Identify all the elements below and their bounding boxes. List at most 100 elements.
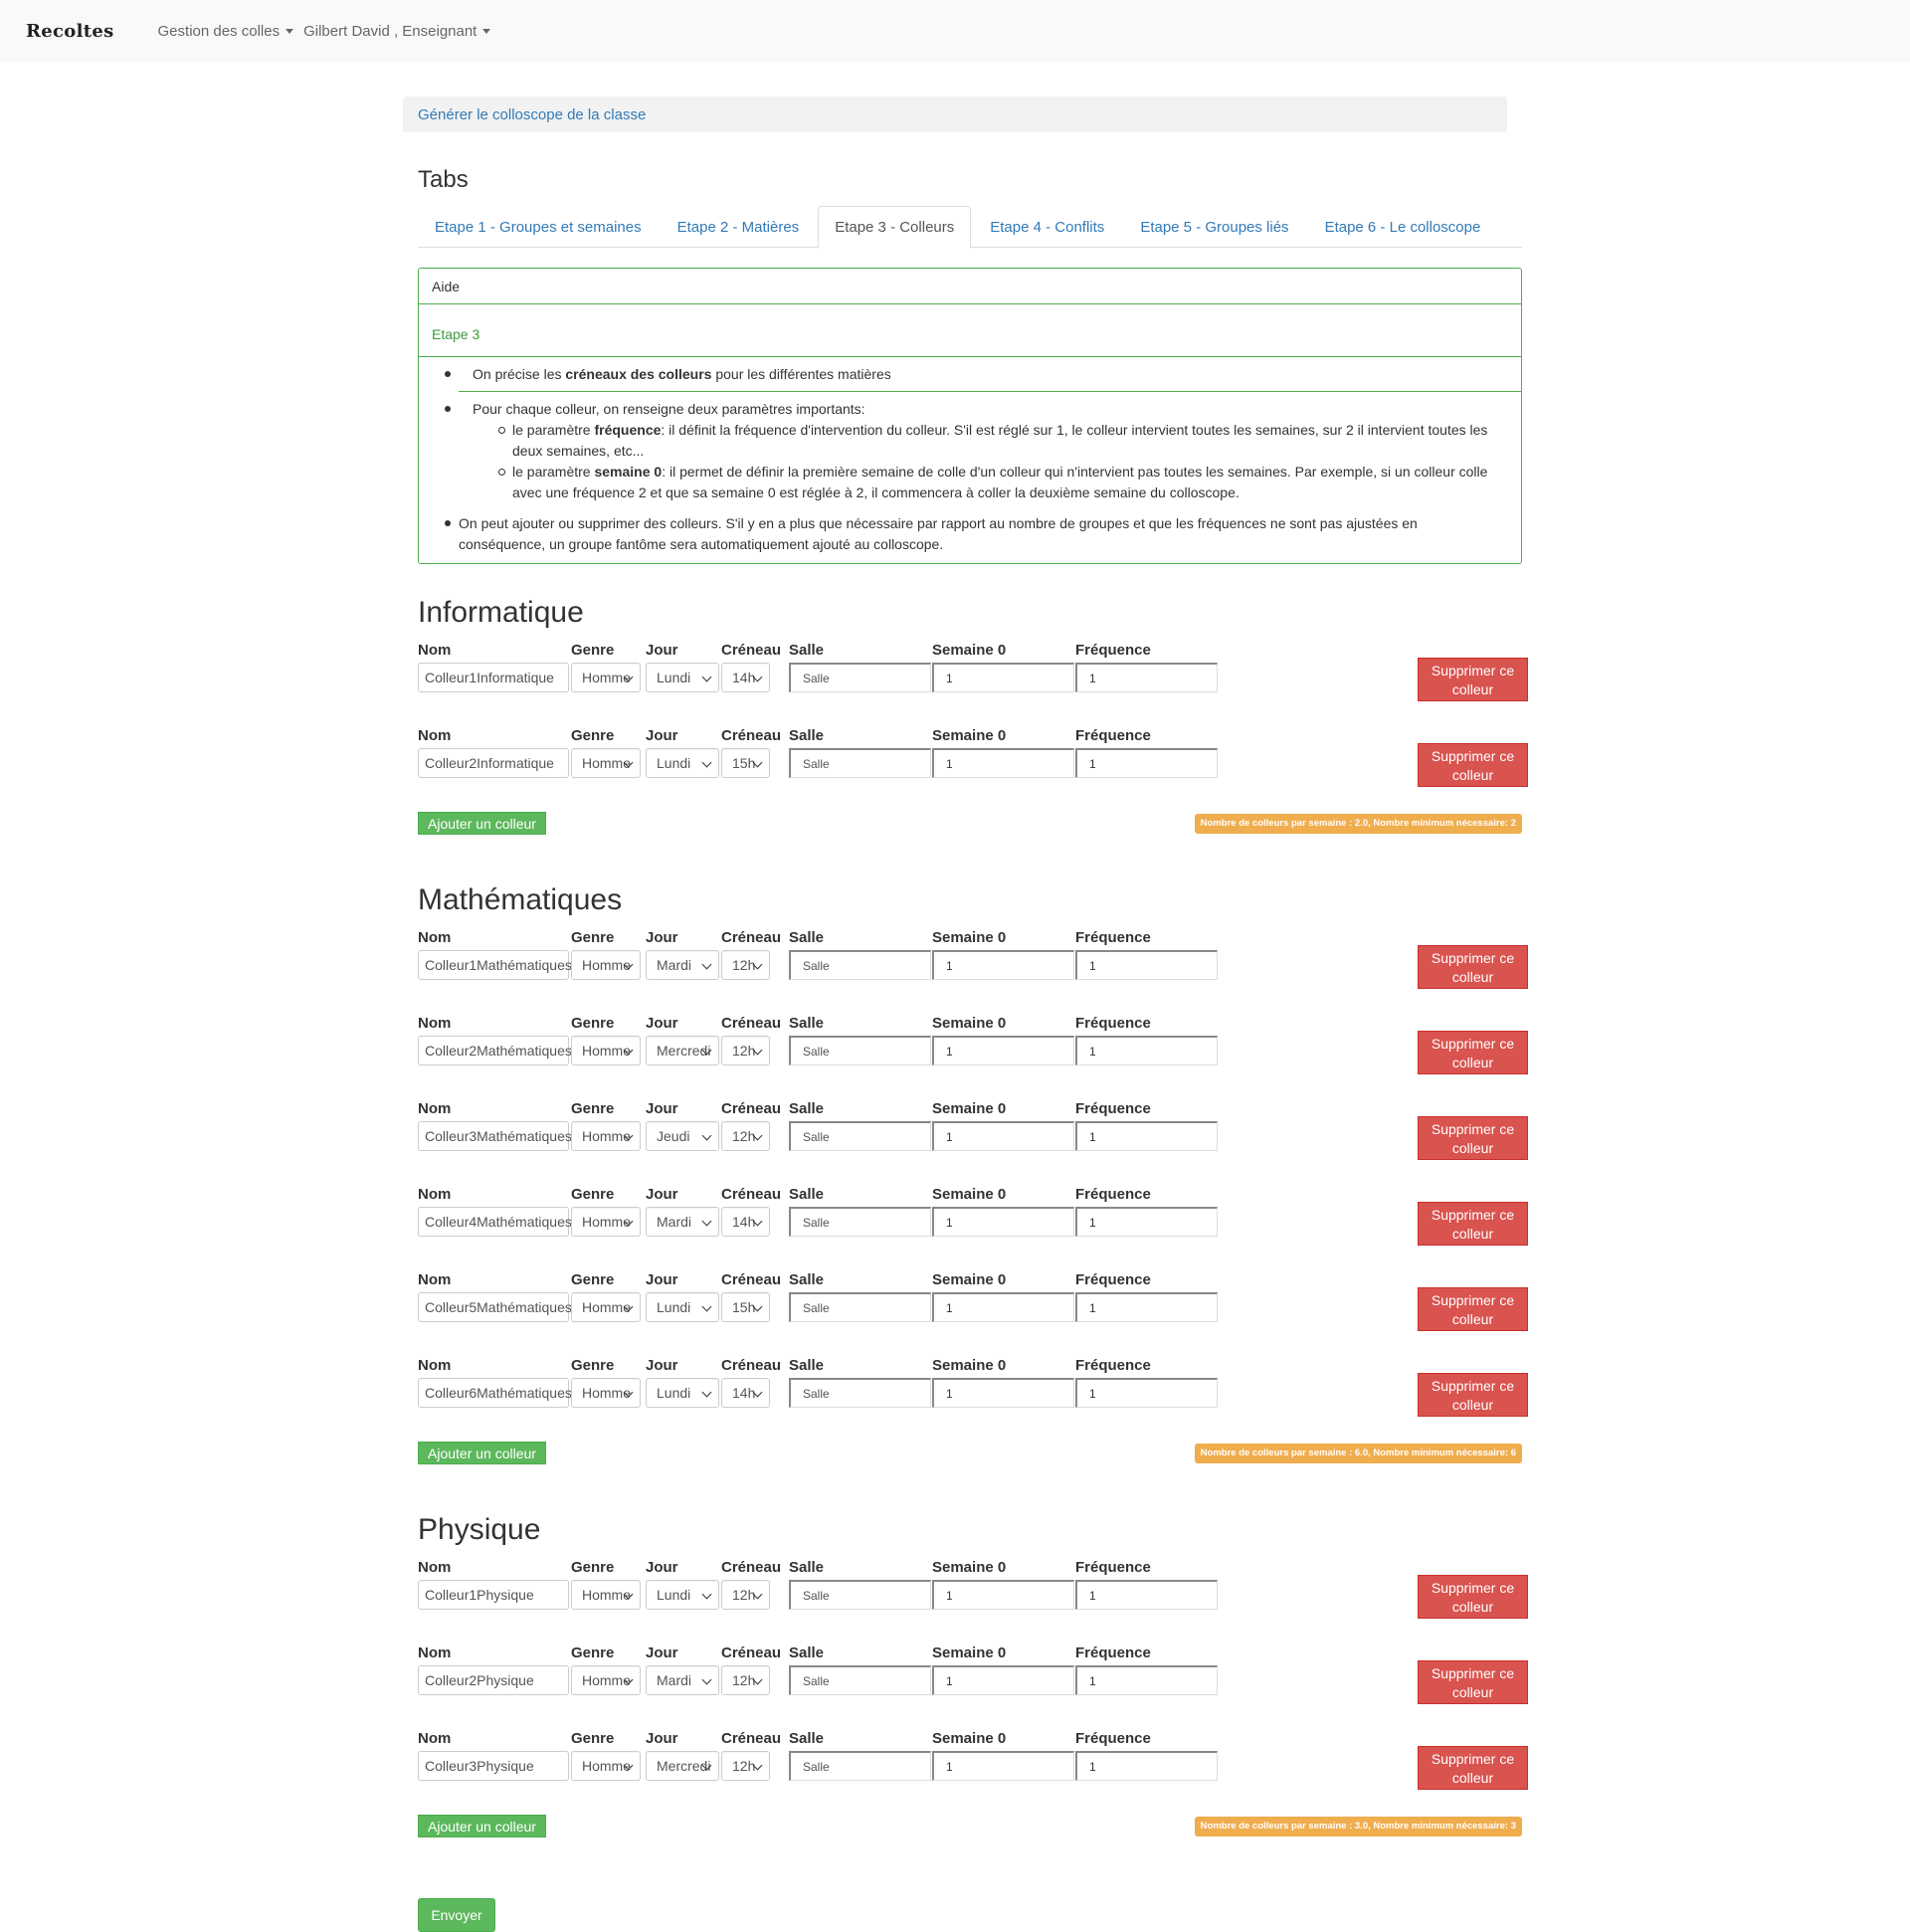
creneau-select[interactable]: 15h	[721, 1292, 770, 1322]
delete-colleur-button[interactable]: Supprimer ce colleur	[1418, 1116, 1528, 1160]
genre-select[interactable]: Homme	[571, 1580, 641, 1610]
semaine0-input[interactable]: 1	[932, 1751, 1074, 1781]
semaine0-input[interactable]: 1	[932, 1292, 1074, 1322]
creneau-select[interactable]: 12h	[721, 950, 770, 980]
frequence-input[interactable]: 1	[1075, 1378, 1218, 1408]
creneau-select[interactable]: 15h	[721, 748, 770, 778]
nom-input[interactable]: Colleur2Physique	[418, 1665, 569, 1695]
nom-input[interactable]: Colleur2Informatique	[418, 748, 569, 778]
delete-colleur-button[interactable]: Supprimer ce colleur	[1418, 945, 1528, 989]
genre-select[interactable]: Homme	[571, 663, 641, 692]
creneau-select[interactable]: 12h	[721, 1036, 770, 1065]
semaine0-input[interactable]: 1	[932, 1580, 1074, 1610]
genre-select[interactable]: Homme	[571, 1751, 641, 1781]
jour-select[interactable]: Mardi	[646, 1665, 719, 1695]
genre-select[interactable]: Homme	[571, 748, 641, 778]
semaine0-input[interactable]: 1	[932, 1207, 1074, 1237]
salle-input[interactable]: Salle	[789, 1292, 931, 1322]
jour-select[interactable]: Lundi	[646, 1378, 719, 1408]
frequence-input[interactable]: 1	[1075, 1292, 1218, 1322]
nom-input[interactable]: Colleur1Physique	[418, 1580, 569, 1610]
jour-select[interactable]: Mardi	[646, 950, 719, 980]
delete-colleur-button[interactable]: Supprimer ce colleur	[1418, 658, 1528, 701]
genre-select[interactable]: Homme	[571, 1292, 641, 1322]
semaine0-input[interactable]: 1	[932, 1378, 1074, 1408]
jour-select[interactable]: Mercredi	[646, 1751, 719, 1781]
salle-input[interactable]: Salle	[789, 1378, 931, 1408]
frequence-input[interactable]: 1	[1075, 1207, 1218, 1237]
creneau-select[interactable]: 12h	[721, 1751, 770, 1781]
semaine0-input[interactable]: 1	[932, 663, 1074, 692]
salle-input[interactable]: Salle	[789, 1121, 931, 1151]
jour-select[interactable]: Lundi	[646, 1580, 719, 1610]
frequence-input[interactable]: 1	[1075, 1665, 1218, 1695]
delete-colleur-button[interactable]: Supprimer ce colleur	[1418, 743, 1528, 787]
jour-select[interactable]: Lundi	[646, 748, 719, 778]
add-colleur-button[interactable]: Ajouter un colleur	[418, 1442, 546, 1464]
delete-colleur-button[interactable]: Supprimer ce colleur	[1418, 1031, 1528, 1074]
creneau-select[interactable]: 14h	[721, 1378, 770, 1408]
nom-input[interactable]: Colleur1Mathématiques	[418, 950, 572, 980]
delete-colleur-button[interactable]: Supprimer ce colleur	[1418, 1746, 1528, 1790]
creneau-select[interactable]: 12h	[721, 1121, 770, 1151]
nom-input[interactable]: Colleur3Physique	[418, 1751, 569, 1781]
semaine0-input[interactable]: 1	[932, 1665, 1074, 1695]
delete-colleur-button[interactable]: Supprimer ce colleur	[1418, 1575, 1528, 1619]
delete-colleur-button[interactable]: Supprimer ce colleur	[1418, 1287, 1528, 1331]
genre-select[interactable]: Homme	[571, 1665, 641, 1695]
nom-input[interactable]: Colleur2Mathématiques	[418, 1036, 572, 1065]
frequence-input[interactable]: 1	[1075, 1580, 1218, 1610]
menu-gestion-des-colles[interactable]: Gestion des colles	[158, 23, 294, 40]
jour-select[interactable]: Jeudi	[646, 1121, 719, 1151]
delete-colleur-button[interactable]: Supprimer ce colleur	[1418, 1660, 1528, 1704]
frequence-input[interactable]: 1	[1075, 1121, 1218, 1151]
jour-select[interactable]: Mercredi	[646, 1036, 719, 1065]
tab-etape-3[interactable]: Etape 3 - Colleurs	[818, 206, 972, 249]
creneau-select[interactable]: 12h	[721, 1665, 770, 1695]
delete-colleur-button[interactable]: Supprimer ce colleur	[1418, 1373, 1528, 1417]
creneau-select[interactable]: 12h	[721, 1580, 770, 1610]
tab-etape-6[interactable]: Etape 6 - Le colloscope	[1308, 206, 1498, 247]
nom-input[interactable]: Colleur1Informatique	[418, 663, 569, 692]
genre-select[interactable]: Homme	[571, 1036, 641, 1065]
genre-select[interactable]: Homme	[571, 1378, 641, 1408]
salle-input[interactable]: Salle	[789, 663, 931, 692]
salle-input[interactable]: Salle	[789, 1580, 931, 1610]
tab-etape-1[interactable]: Etape 1 - Groupes et semaines	[418, 206, 659, 247]
nom-input[interactable]: Colleur3Mathématiques	[418, 1121, 572, 1151]
jour-select[interactable]: Mardi	[646, 1207, 719, 1237]
salle-input[interactable]: Salle	[789, 1036, 931, 1065]
nom-input[interactable]: Colleur5Mathématiques	[418, 1292, 572, 1322]
semaine0-input[interactable]: 1	[932, 1036, 1074, 1065]
semaine0-input[interactable]: 1	[932, 1121, 1074, 1151]
genre-select[interactable]: Homme	[571, 950, 641, 980]
menu-user[interactable]: Gilbert David , Enseignant	[303, 23, 491, 40]
salle-input[interactable]: Salle	[789, 950, 931, 980]
genre-select[interactable]: Homme	[571, 1207, 641, 1237]
tab-etape-2[interactable]: Etape 2 - Matières	[661, 206, 817, 247]
frequence-input[interactable]: 1	[1075, 748, 1218, 778]
tab-etape-5[interactable]: Etape 5 - Groupes liés	[1123, 206, 1305, 247]
salle-input[interactable]: Salle	[789, 1665, 931, 1695]
frequence-input[interactable]: 1	[1075, 663, 1218, 692]
delete-colleur-button[interactable]: Supprimer ce colleur	[1418, 1202, 1528, 1246]
nom-input[interactable]: Colleur6Mathématiques	[418, 1378, 572, 1408]
frequence-input[interactable]: 1	[1075, 1036, 1218, 1065]
semaine0-input[interactable]: 1	[932, 950, 1074, 980]
salle-input[interactable]: Salle	[789, 1751, 931, 1781]
jour-select[interactable]: Lundi	[646, 663, 719, 692]
tab-etape-4[interactable]: Etape 4 - Conflits	[973, 206, 1121, 247]
submit-button[interactable]: Envoyer	[418, 1898, 495, 1932]
salle-input[interactable]: Salle	[789, 1207, 931, 1237]
genre-select[interactable]: Homme	[571, 1121, 641, 1151]
brand-logo[interactable]: Recoltes	[26, 21, 114, 42]
nom-input[interactable]: Colleur4Mathématiques	[418, 1207, 572, 1237]
frequence-input[interactable]: 1	[1075, 1751, 1218, 1781]
add-colleur-button[interactable]: Ajouter un colleur	[418, 1815, 546, 1837]
creneau-select[interactable]: 14h	[721, 1207, 770, 1237]
add-colleur-button[interactable]: Ajouter un colleur	[418, 812, 546, 835]
frequence-input[interactable]: 1	[1075, 950, 1218, 980]
generate-colloscope-link[interactable]: Générer le colloscope de la classe	[418, 106, 646, 123]
salle-input[interactable]: Salle	[789, 748, 931, 778]
jour-select[interactable]: Lundi	[646, 1292, 719, 1322]
